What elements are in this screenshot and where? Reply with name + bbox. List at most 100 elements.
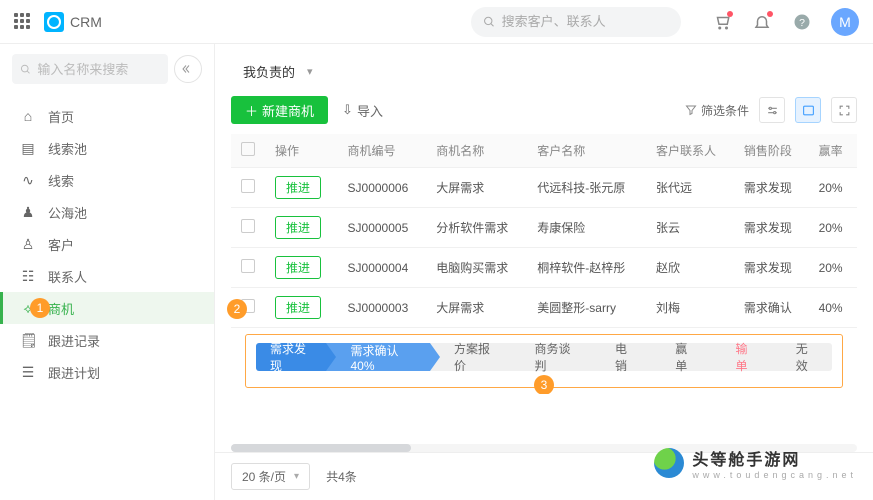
nav-label: 线索 <box>48 171 74 190</box>
stage-step[interactable]: 需求发现 <box>256 343 326 371</box>
funnel-icon <box>685 104 697 116</box>
push-button[interactable]: 推进 <box>275 176 321 199</box>
apps-grid-icon[interactable] <box>14 13 32 31</box>
chevron-down-icon: ▾ <box>294 471 299 482</box>
sidebar-item-3[interactable]: ♟公海池 <box>0 196 214 228</box>
nav-icon: ∿ <box>20 172 36 189</box>
column-header[interactable]: 客户联系人 <box>646 134 734 168</box>
sidebar-item-7[interactable]: 🗒 跟进记录 <box>0 324 214 356</box>
stage-step[interactable]: 需求确认 40% <box>326 343 430 371</box>
bell-icon[interactable] <box>751 11 773 33</box>
cell-contact: 张代远 <box>646 168 734 208</box>
nav-label: 首页 <box>48 107 74 126</box>
nav-label: 商机 <box>48 299 74 318</box>
logo-mark-icon <box>44 12 64 32</box>
cell-contact: 赵欣 <box>646 248 734 288</box>
global-search[interactable] <box>471 7 681 37</box>
badge-dot <box>727 11 733 17</box>
column-header[interactable]: 商机名称 <box>426 134 527 168</box>
column-header[interactable]: 销售阶段 <box>734 134 809 168</box>
nav-label: 跟进计划 <box>48 363 100 382</box>
scrollbar-thumb[interactable] <box>231 444 411 452</box>
chevron-down-icon: ▾ <box>307 65 313 78</box>
cell-code: SJ0000004 <box>338 248 427 288</box>
nav-icon: ☷ <box>20 268 36 285</box>
svg-text:?: ? <box>799 16 805 28</box>
filter-button[interactable]: 筛选条件 <box>685 102 749 119</box>
sidebar-item-5[interactable]: ☷ 联系人 <box>0 260 214 292</box>
global-search-input[interactable] <box>502 14 669 29</box>
nav-label: 联系人 <box>48 267 87 286</box>
cart-icon[interactable] <box>711 11 733 33</box>
cell-rate: 20% <box>809 168 857 208</box>
scope-dropdown[interactable]: 我负责的 ▾ <box>231 56 325 86</box>
table-row[interactable]: 推进 SJ0000004 电脑购买需求 桐梓软件-赵梓彤 赵欣 需求发现 20% <box>231 248 857 288</box>
expand-icon <box>838 104 851 117</box>
plus-icon: ＋ <box>245 101 258 120</box>
sidebar-search-input[interactable] <box>37 62 160 77</box>
nav-icon: ♙ <box>20 236 36 253</box>
cell-customer: 寿康保险 <box>527 208 646 248</box>
sliders-icon <box>766 104 779 117</box>
table-row[interactable]: 推进 SJ0000005 分析软件需求 寿康保险 张云 需求发现 20% <box>231 208 857 248</box>
cell-code: SJ0000003 <box>338 288 427 328</box>
column-header[interactable]: 商机编号 <box>338 134 427 168</box>
sidebar-item-2[interactable]: ∿ 线索 <box>0 164 214 196</box>
nav-icon: 🗒 <box>20 332 36 349</box>
help-icon[interactable]: ? <box>791 11 813 33</box>
row-checkbox[interactable] <box>241 179 255 193</box>
sidebar-item-8[interactable]: ☰跟进计划 <box>0 356 214 388</box>
user-avatar[interactable]: M <box>831 8 859 36</box>
search-icon <box>483 15 496 29</box>
cell-rate: 40% <box>809 288 857 328</box>
sidebar-item-6[interactable]: ⟡商机1 <box>0 292 214 324</box>
settings-icon-button[interactable] <box>759 97 785 123</box>
stage-pipeline-panel: 需求发现需求确认 40%方案报价商务谈判电销赢单输单无效 3 <box>245 334 843 388</box>
sidebar-item-1[interactable]: ▤线索池 <box>0 132 214 164</box>
nav-icon: ⌂ <box>20 108 36 124</box>
annotation-marker-3: 3 <box>534 375 554 394</box>
cell-name: 大屏需求 <box>426 168 527 208</box>
push-button[interactable]: 推进 <box>275 216 321 239</box>
list-view-button[interactable] <box>795 97 821 123</box>
cell-code: SJ0000005 <box>338 208 427 248</box>
cell-stage: 需求发现 <box>734 168 809 208</box>
column-header[interactable]: 客户名称 <box>527 134 646 168</box>
nav-label: 跟进记录 <box>48 331 100 350</box>
cell-rate: 20% <box>809 208 857 248</box>
sidebar-search[interactable] <box>12 54 168 84</box>
cell-stage: 需求发现 <box>734 208 809 248</box>
sidebar-item-0[interactable]: ⌂ 首页 <box>0 100 214 132</box>
nav-label: 客户 <box>48 235 74 254</box>
nav-label: 线索池 <box>48 139 87 158</box>
cell-rate: 20% <box>809 248 857 288</box>
cell-contact: 刘梅 <box>646 288 734 328</box>
expand-button[interactable] <box>831 97 857 123</box>
cell-stage: 需求确认 <box>734 288 809 328</box>
push-button[interactable]: 推进 <box>275 256 321 279</box>
select-all-checkbox[interactable] <box>241 142 255 156</box>
cell-contact: 张云 <box>646 208 734 248</box>
total-count: 共4条 <box>326 468 357 485</box>
app-name: CRM <box>70 14 102 30</box>
row-checkbox[interactable] <box>241 259 255 273</box>
cell-customer: 桐梓软件-赵梓彤 <box>527 248 646 288</box>
cell-name: 大屏需求 <box>426 288 527 328</box>
stage-step[interactable]: 方案报价 <box>430 343 510 371</box>
table-row[interactable]: 2 推进 SJ0000003 大屏需求 美圆整形-sarry 刘梅 需求确认 4… <box>231 288 857 328</box>
column-header[interactable]: 赢率 <box>809 134 857 168</box>
app-logo: CRM <box>44 12 102 32</box>
import-button[interactable]: ⇩导入 <box>342 101 383 120</box>
table-row[interactable]: 推进 SJ0000006 大屏需求 代远科技-张元原 张代远 需求发现 20% <box>231 168 857 208</box>
row-checkbox[interactable] <box>241 219 255 233</box>
watermark-logo-icon <box>654 448 684 478</box>
page-size-select[interactable]: 20 条/页 ▾ <box>231 463 310 490</box>
cell-customer: 美圆整形-sarry <box>527 288 646 328</box>
sidebar-item-4[interactable]: ♙ 客户 <box>0 228 214 260</box>
new-opportunity-button[interactable]: ＋新建商机 <box>231 96 328 124</box>
search-icon <box>20 63 31 76</box>
push-button[interactable]: 推进 <box>275 296 321 319</box>
stage-step[interactable]: 商务谈判 <box>511 343 591 371</box>
column-header[interactable]: 操作 <box>265 134 338 168</box>
collapse-sidebar-button[interactable] <box>174 55 202 83</box>
